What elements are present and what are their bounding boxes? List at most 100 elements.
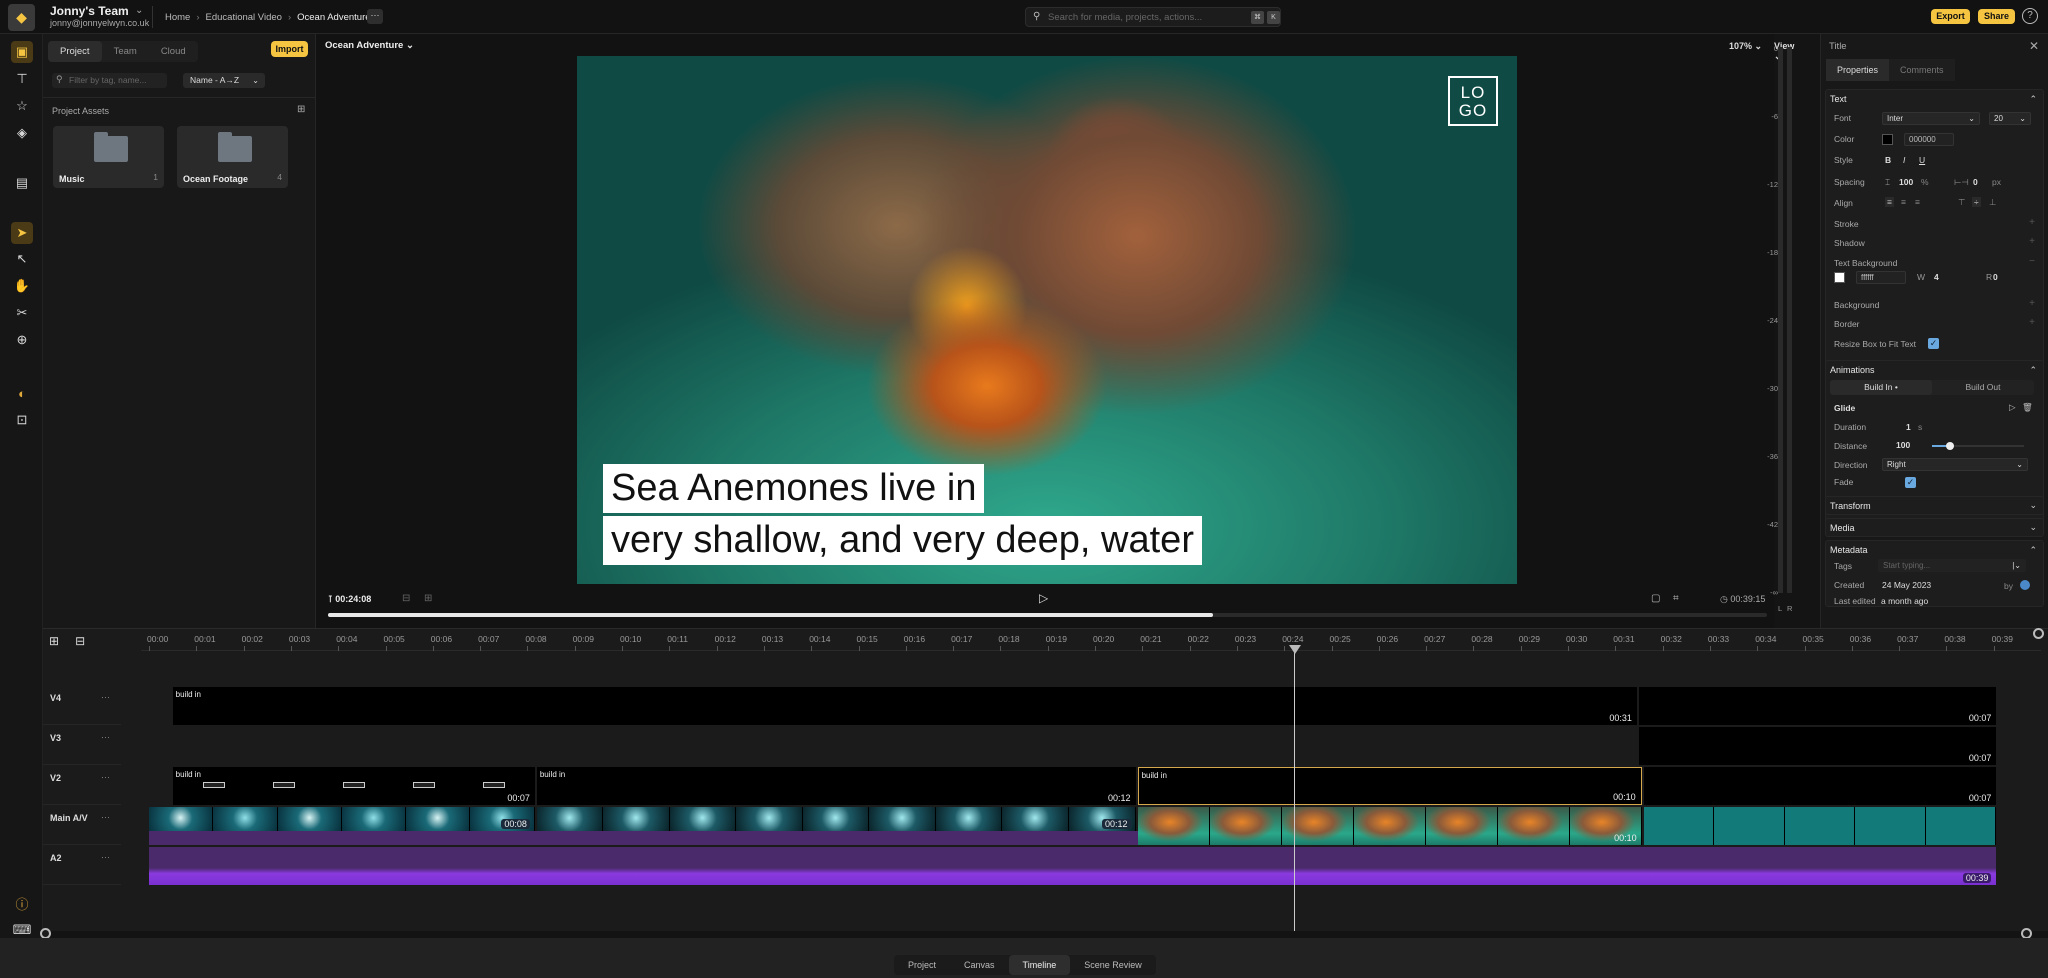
- track-header[interactable]: V4 ···: [43, 687, 121, 725]
- align-left-icon[interactable]: ≡: [1885, 197, 1894, 207]
- color-hex-input[interactable]: 000000: [1904, 133, 1954, 146]
- chevron-up-icon[interactable]: ⌃: [2029, 365, 2037, 376]
- more-options-button[interactable]: ···: [367, 9, 383, 24]
- fade-checkbox[interactable]: ✓: [1905, 477, 1916, 488]
- section-header[interactable]: Animations: [1830, 365, 1875, 375]
- razor-tool-icon[interactable]: ✂: [11, 302, 33, 324]
- chevron-up-icon[interactable]: ⌃: [2029, 94, 2037, 105]
- direction-dropdown[interactable]: Right ⌄: [1882, 458, 2028, 471]
- clip-v2-title-2[interactable]: build in 00:12: [536, 767, 1136, 805]
- clip-v4-logo[interactable]: 00:07: [1638, 687, 1997, 725]
- folder-music[interactable]: Music 1: [53, 126, 164, 188]
- chevron-down-icon[interactable]: ⌄: [135, 5, 143, 16]
- font-size-dropdown[interactable]: 20 ⌄: [1989, 112, 2031, 125]
- track-menu-icon[interactable]: ···: [101, 852, 110, 862]
- text-bg-r-value[interactable]: 0: [1993, 272, 1998, 282]
- underline-button[interactable]: U: [1919, 155, 1925, 165]
- sort-dropdown[interactable]: Name - A→Z ⌄: [183, 73, 265, 88]
- valign-middle-icon[interactable]: ÷: [1972, 197, 1981, 207]
- select-tool-icon[interactable]: ➤: [11, 222, 33, 244]
- clip-v4-title[interactable]: build in 00:31: [172, 687, 1637, 725]
- track-settings-icon[interactable]: ⊟: [75, 634, 85, 648]
- mode-canvas[interactable]: Canvas: [950, 955, 1009, 975]
- clip-v3-text[interactable]: 00:07: [1638, 727, 1997, 765]
- bold-button[interactable]: B: [1885, 155, 1891, 165]
- elements-icon[interactable]: ☆: [11, 95, 33, 117]
- playhead[interactable]: [1293, 645, 1295, 935]
- team-name[interactable]: Jonny's Team: [50, 4, 129, 18]
- snapshot-icon[interactable]: ⊟: [402, 593, 410, 604]
- clip-v2-title-selected[interactable]: build in 00:10: [1137, 767, 1642, 805]
- duration-value[interactable]: 1: [1906, 422, 1911, 432]
- track-menu-icon[interactable]: ···: [101, 732, 110, 742]
- media-icon[interactable]: ▣: [11, 41, 33, 63]
- captions-icon[interactable]: ▤: [11, 172, 33, 194]
- trash-icon[interactable]: 🗑: [2022, 402, 2033, 413]
- mode-timeline[interactable]: Timeline: [1008, 955, 1071, 975]
- transitions-icon[interactable]: ◈: [11, 122, 33, 144]
- line-spacing-value[interactable]: 100: [1899, 177, 1913, 187]
- close-icon[interactable]: ✕: [2029, 39, 2039, 53]
- section-header[interactable]: Metadata: [1830, 545, 1868, 555]
- add-track-icon[interactable]: ⊞: [49, 634, 59, 648]
- hand-tool-icon[interactable]: ✋: [11, 275, 33, 297]
- distance-value[interactable]: 100: [1896, 440, 1910, 450]
- color-swatch[interactable]: [1882, 134, 1893, 145]
- help-icon[interactable]: ?: [2022, 8, 2038, 24]
- chevron-up-icon[interactable]: ⌃: [2029, 545, 2037, 556]
- video-canvas[interactable]: LO GO Sea Anemones live in very shallow,…: [577, 56, 1517, 584]
- clip-main-deep-sea-2[interactable]: 00:12: [536, 807, 1136, 831]
- valign-bottom-icon[interactable]: ⊥: [1989, 197, 1996, 208]
- composition-selector[interactable]: Ocean Adventure ⌄: [325, 40, 414, 51]
- clip-a2-music[interactable]: 00:39: [149, 847, 1997, 885]
- track-header[interactable]: Main A/V ···: [43, 807, 121, 845]
- clip-main-teal[interactable]: [1643, 807, 1997, 845]
- resize-checkbox[interactable]: ✓: [1928, 338, 1939, 349]
- breadcrumb-educational-video[interactable]: Educational Video: [206, 12, 282, 23]
- letter-spacing-value[interactable]: 0: [1973, 177, 1978, 187]
- remove-text-bg-icon[interactable]: −: [2029, 256, 2035, 267]
- tab-cloud[interactable]: Cloud: [149, 41, 198, 62]
- text-bg-hex-input[interactable]: ffffff: [1856, 271, 1906, 284]
- tab-project[interactable]: Project: [48, 41, 102, 62]
- track-menu-icon[interactable]: ···: [101, 772, 110, 782]
- clip-v2-title-1[interactable]: build in 00:07: [172, 767, 535, 805]
- add-background-icon[interactable]: +: [2029, 298, 2035, 309]
- transform-section[interactable]: Transform ⌄: [1825, 496, 2044, 515]
- font-dropdown[interactable]: Inter ⌄: [1882, 112, 1980, 125]
- track-header[interactable]: V3 ···: [43, 727, 121, 765]
- play-animation-icon[interactable]: ▷: [2009, 402, 2016, 413]
- clip-v2-title-4[interactable]: 00:07: [1643, 767, 1997, 805]
- info-icon[interactable]: ⓘ: [11, 892, 33, 914]
- track-header[interactable]: V2 ···: [43, 767, 121, 805]
- clip-main-clownfish[interactable]: 00:10: [1137, 807, 1642, 845]
- global-search-input[interactable]: ⚲ Search for media, projects, actions...…: [1025, 7, 1281, 27]
- track-menu-icon[interactable]: ···: [101, 812, 110, 822]
- tab-build-in[interactable]: Build In •: [1830, 380, 1932, 395]
- breadcrumb-current[interactable]: Ocean Adventure: [297, 12, 370, 23]
- zoom-tool-icon[interactable]: ⊕: [11, 329, 33, 351]
- caption-line-2[interactable]: very shallow, and very deep, water: [603, 516, 1202, 565]
- tab-comments[interactable]: Comments: [1889, 59, 1955, 81]
- aspect-icon[interactable]: ⊡: [11, 409, 33, 431]
- text-bg-w-value[interactable]: 4: [1934, 272, 1939, 282]
- caption-line-1[interactable]: Sea Anemones live in: [603, 464, 985, 513]
- color-icon[interactable]: ◐: [11, 382, 33, 404]
- tab-team[interactable]: Team: [102, 41, 149, 62]
- distance-slider[interactable]: [1932, 442, 2024, 450]
- split-icon[interactable]: ⊞: [424, 593, 432, 604]
- share-button[interactable]: Share: [1978, 9, 2015, 24]
- track-header[interactable]: A2 ···: [43, 847, 121, 885]
- play-button[interactable]: ▷: [1039, 591, 1048, 605]
- filter-input[interactable]: ⚲ Filter by tag, name...: [52, 73, 167, 88]
- preview-scrubber[interactable]: [328, 613, 1767, 617]
- avatar[interactable]: [2020, 580, 2030, 590]
- import-button[interactable]: Import: [271, 41, 308, 57]
- italic-button[interactable]: I: [1903, 155, 1905, 165]
- time-ruler[interactable]: 00:00 00:01 00:02 00:03 00:04 00:05 00:06 00:07…: [141, 629, 2041, 651]
- add-shadow-icon[interactable]: +: [2029, 236, 2035, 247]
- add-border-icon[interactable]: +: [2029, 317, 2035, 328]
- media-section[interactable]: Media ⌄: [1825, 518, 2044, 537]
- crop-icon[interactable]: ⌗: [1673, 593, 1679, 604]
- add-stroke-icon[interactable]: +: [2029, 217, 2035, 228]
